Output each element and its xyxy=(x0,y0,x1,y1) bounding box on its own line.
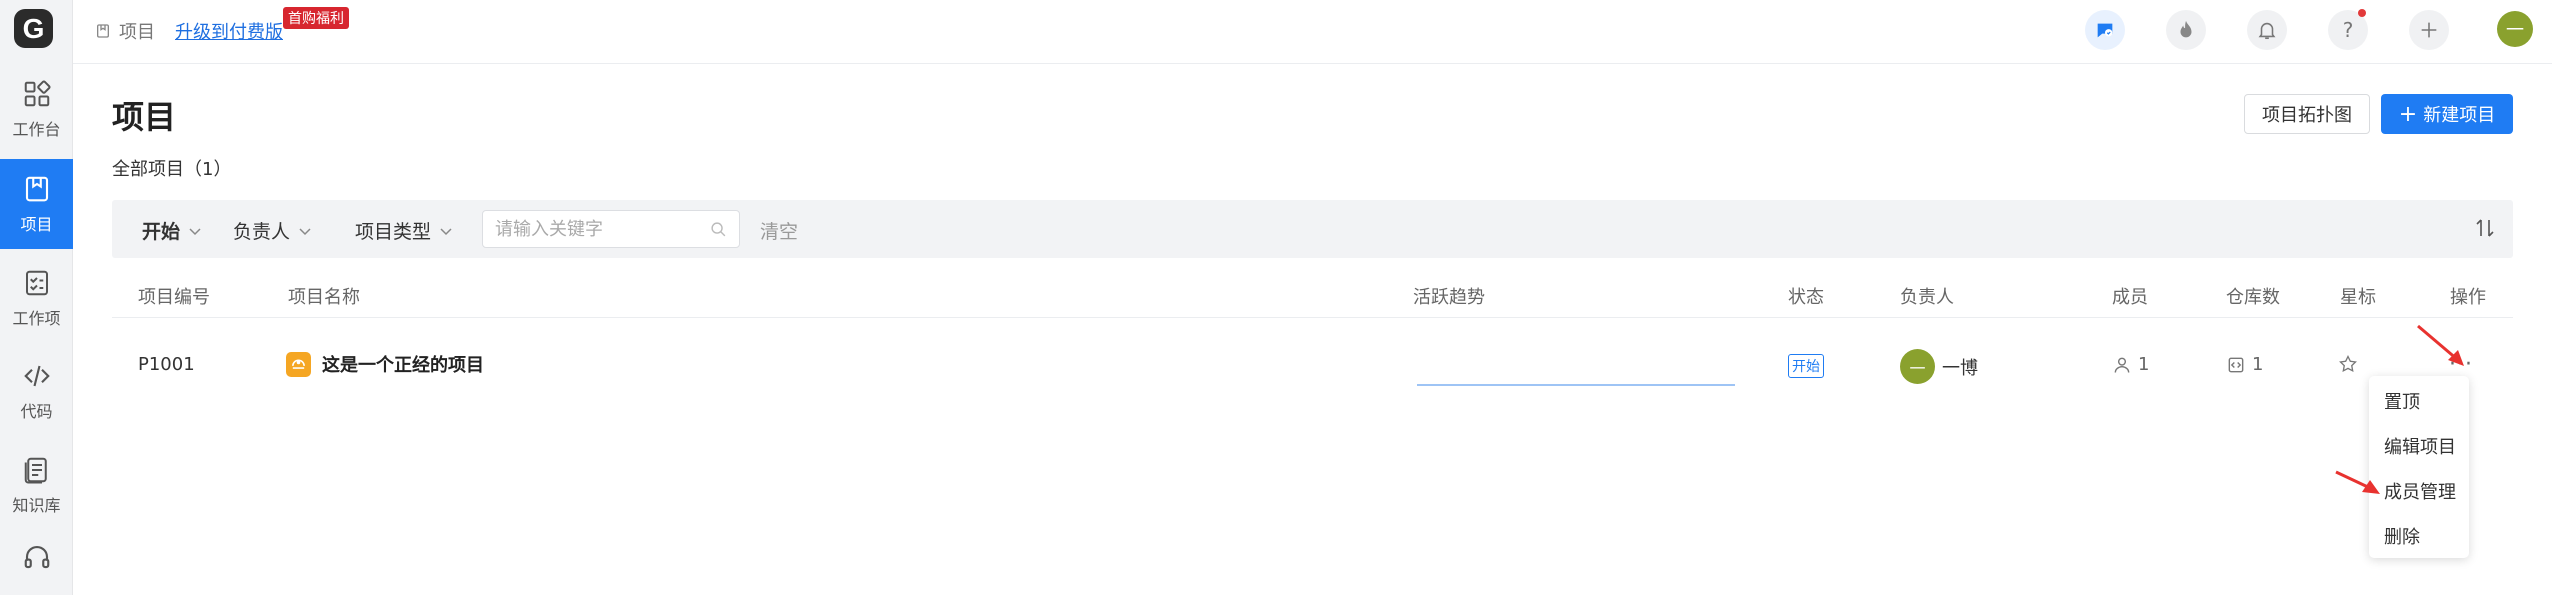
page-title: 项目 xyxy=(112,98,177,136)
star-cell[interactable] xyxy=(2338,354,2364,374)
plus-icon: + xyxy=(2398,101,2418,127)
clear-button[interactable]: 清空 xyxy=(760,217,798,244)
search-box xyxy=(482,210,740,248)
project-id: P1001 xyxy=(138,354,195,375)
search-input[interactable] xyxy=(483,211,693,247)
create-button[interactable] xyxy=(2409,10,2449,50)
headset-icon xyxy=(24,545,49,568)
sidebar-item-label: 知识库 xyxy=(12,495,61,515)
status-cell: 开始 xyxy=(1788,354,1824,378)
col-header-trend: 活跃趋势 xyxy=(1413,287,1485,308)
col-header-status: 状态 xyxy=(1788,287,1824,308)
project-count: 全部项目（1） xyxy=(112,159,232,180)
sort-icon[interactable] xyxy=(2474,216,2496,240)
filter-type-label: 项目类型 xyxy=(355,221,432,243)
question-icon: ? xyxy=(2342,18,2354,42)
col-header-owner: 负责人 xyxy=(1900,287,1954,308)
filter-type[interactable]: 项目类型 xyxy=(355,217,453,244)
workitem-icon xyxy=(25,270,48,295)
chevron-down-icon xyxy=(440,227,452,235)
owner-avatar: 一 xyxy=(1900,349,1935,384)
col-header-name: 项目名称 xyxy=(288,287,360,308)
sidebar-item-label: 代码 xyxy=(20,401,53,421)
unread-dot xyxy=(2358,9,2366,17)
sidebar-item-knowledge[interactable]: 知识库 xyxy=(0,440,73,530)
repository-icon xyxy=(2228,357,2244,372)
sidebar: G 工作台 项目 工作项 代码 知识库 xyxy=(0,0,73,595)
chevron-down-icon xyxy=(189,227,201,235)
sidebar-item-project[interactable]: 项目 xyxy=(0,159,73,249)
menu-item-members[interactable]: 成员管理 xyxy=(2384,478,2456,504)
upgrade-link[interactable]: 升级到付费版 xyxy=(175,18,283,44)
owner-name: 一博 xyxy=(1942,357,1978,379)
breadcrumb[interactable]: 项目 xyxy=(95,18,155,44)
col-header-star: 星标 xyxy=(2340,287,2376,308)
sidebar-item-code[interactable]: 代码 xyxy=(0,346,73,436)
col-header-repos: 仓库数 xyxy=(2226,287,2280,308)
annotation-arrow-more xyxy=(2417,324,2464,366)
filter-owner-label: 负责人 xyxy=(233,221,291,243)
project-type-icon xyxy=(286,351,311,377)
topology-button[interactable]: 项目拓扑图 xyxy=(2244,94,2370,134)
table-header-divider xyxy=(112,317,2513,318)
plus-icon xyxy=(2421,22,2437,38)
menu-item-delete[interactable]: 删除 xyxy=(2384,523,2420,549)
project-name: 这是一个正经的项目 xyxy=(322,355,484,376)
dashboard-icon xyxy=(24,79,51,106)
col-header-actions: 操作 xyxy=(2450,287,2486,308)
filter-bar: 开始 负责人 项目类型 清空 xyxy=(112,200,2513,258)
filter-owner[interactable]: 负责人 xyxy=(233,217,312,244)
members-count: 1 xyxy=(2138,354,2150,375)
repos-cell[interactable]: 1 xyxy=(2226,354,2263,375)
user-icon xyxy=(2114,357,2130,373)
sidebar-item-workitem[interactable]: 工作项 xyxy=(0,253,73,343)
status-badge: 开始 xyxy=(1788,354,1824,378)
code-icon xyxy=(23,365,50,386)
search-icon[interactable] xyxy=(710,221,727,238)
col-header-members: 成员 xyxy=(2112,287,2148,308)
sidebar-item-support[interactable] xyxy=(0,530,73,590)
new-project-label: 新建项目 xyxy=(2423,105,2496,126)
chevron-down-icon xyxy=(299,227,311,235)
filter-start[interactable]: 开始 xyxy=(142,217,202,244)
fire-button[interactable] xyxy=(2166,10,2206,50)
project-small-icon xyxy=(97,24,109,38)
bell-icon xyxy=(2258,22,2276,40)
star-icon[interactable] xyxy=(2338,354,2358,374)
owner-cell: 一 一博 xyxy=(1900,349,1978,384)
help-button[interactable]: ? xyxy=(2328,9,2368,50)
knowledge-icon xyxy=(24,457,47,483)
chat-button[interactable] xyxy=(2085,10,2125,50)
sidebar-item-workbench[interactable]: 工作台 xyxy=(0,64,73,154)
project-name-cell[interactable]: 这是一个正经的项目 xyxy=(286,351,484,377)
filter-start-label: 开始 xyxy=(142,221,181,243)
user-avatar[interactable]: 一 xyxy=(2497,11,2533,47)
activity-trend-line xyxy=(1417,384,1735,386)
sidebar-item-label: 工作项 xyxy=(12,308,61,328)
annotation-arrow-members xyxy=(2335,470,2380,494)
breadcrumb-label: 项目 xyxy=(119,22,155,43)
members-cell[interactable]: 1 xyxy=(2112,354,2149,375)
app-logo[interactable]: G xyxy=(14,9,53,48)
app-root: G 工作台 项目 工作项 代码 知识库 项目 升级到付费版 首购福利 ? 一 项… xyxy=(0,0,2552,595)
sidebar-item-label: 项目 xyxy=(20,214,53,234)
menu-item-pin[interactable]: 置顶 xyxy=(2384,388,2420,414)
new-project-button[interactable]: + 新建项目 xyxy=(2381,94,2513,134)
col-header-id: 项目编号 xyxy=(138,287,210,308)
menu-item-edit[interactable]: 编辑项目 xyxy=(2384,433,2456,459)
promo-badge: 首购福利 xyxy=(283,7,349,29)
repos-count: 1 xyxy=(2252,354,2264,375)
chat-icon xyxy=(2097,23,2113,38)
flame-icon xyxy=(2180,20,2192,38)
notification-button[interactable] xyxy=(2247,10,2287,50)
project-icon xyxy=(25,176,48,201)
actions-menu: 置顶 编辑项目 成员管理 删除 xyxy=(2369,376,2469,558)
top-bar: 项目 升级到付费版 首购福利 ? xyxy=(73,0,2552,64)
sidebar-item-label: 工作台 xyxy=(12,119,61,139)
